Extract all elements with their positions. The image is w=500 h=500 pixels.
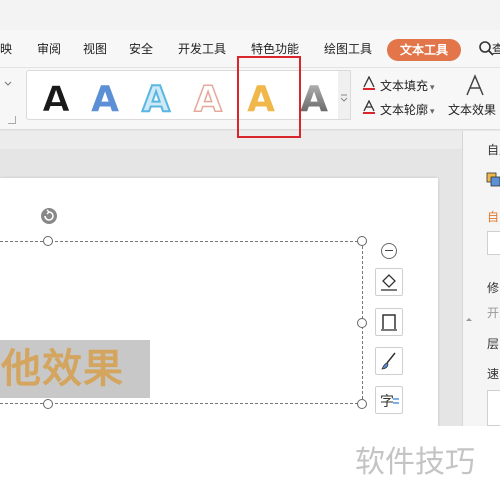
chevron-down-icon: ▾ — [430, 83, 435, 93]
menu-item-special[interactable]: 特色功能 — [251, 40, 299, 57]
shape-fill-button[interactable] — [375, 268, 403, 296]
menu-item-review[interactable]: 审阅 — [37, 40, 61, 57]
text-fill-icon — [363, 76, 375, 90]
format-painter-button[interactable] — [375, 347, 403, 375]
shape-outline-button[interactable] — [375, 308, 403, 336]
border-icon — [381, 314, 397, 331]
paint-bucket-icon — [381, 274, 397, 291]
pane-label-2: 开 — [487, 306, 500, 320]
text-glyph-icon: 字 — [380, 394, 399, 410]
ruler-strip — [0, 131, 462, 149]
menu-item-security[interactable]: 安全 — [129, 40, 153, 57]
text-style-letter: A — [300, 79, 328, 117]
text-fill-button[interactable]: 文本填充 ▾ — [362, 76, 435, 94]
text-fill-label: 文本填充 — [380, 79, 429, 93]
text-options-button[interactable]: 字 — [375, 386, 403, 414]
text-outline-button[interactable]: 文本轮廓 ▾ — [362, 100, 435, 118]
pane-section-label: 自 — [487, 210, 500, 224]
text-style-gallery: A A A A A A — [26, 70, 351, 120]
title-strip — [0, 0, 500, 30]
menu-item-developer[interactable]: 开发工具 — [178, 40, 226, 57]
text-style-letter: A — [91, 79, 119, 117]
collapse-toolbar-button[interactable] — [381, 243, 397, 259]
menu-item-drawing-tools[interactable]: 绘图工具 — [324, 40, 372, 57]
gallery-scroll[interactable] — [338, 70, 351, 120]
gallery-more-icon[interactable] — [338, 71, 350, 119]
selection-highlight — [237, 56, 301, 138]
chevron-down-icon[interactable] — [4, 80, 12, 88]
svg-text:字: 字 — [380, 394, 394, 410]
watermark: 软件技巧 — [349, 426, 500, 500]
chevron-down-icon: ▾ — [430, 107, 435, 117]
pane-preview-box[interactable] — [487, 390, 500, 426]
resize-handle-bottom-right[interactable] — [357, 399, 367, 409]
text-style-letter: A — [142, 79, 170, 117]
menu-item-slideshow[interactable]: 放映 — [0, 40, 12, 57]
rotate-handle-icon[interactable] — [40, 207, 58, 225]
pane-label-1: 修 — [487, 281, 500, 295]
text-effect-label[interactable]: 文本效果 — [448, 101, 496, 118]
dialog-launcher-icon[interactable] — [8, 116, 16, 124]
text-style-outline-blue[interactable]: A — [135, 77, 177, 117]
text-outline-icon — [363, 100, 375, 114]
text-style-letter: A — [42, 79, 70, 117]
resize-handle-bottom[interactable] — [43, 399, 53, 409]
pane-input[interactable] — [487, 231, 500, 255]
text-outline-label: 文本轮廓 — [380, 103, 429, 117]
menu-item-view[interactable]: 视图 — [83, 40, 107, 57]
tab-text-tools[interactable]: 文本工具 — [387, 39, 461, 61]
text-effect-icon[interactable] — [464, 74, 486, 98]
text-style-black[interactable]: A — [35, 77, 77, 118]
resize-handle-right[interactable] — [357, 318, 367, 328]
search-label[interactable]: 查 — [492, 40, 500, 57]
pane-label-4: 速 — [487, 367, 500, 381]
resize-handle-top-right[interactable] — [357, 236, 367, 246]
resize-handle-top[interactable] — [43, 236, 53, 246]
shape-icon[interactable] — [486, 170, 500, 188]
text-style-blue[interactable]: A — [84, 77, 126, 117]
pane-label-3: 层 — [487, 337, 500, 351]
text-style-outline-rose[interactable]: A — [187, 77, 229, 117]
wordart-text[interactable]: 他效果 — [0, 340, 150, 398]
text-style-letter: A — [194, 79, 222, 117]
pane-title: 自定 — [487, 143, 500, 157]
brush-icon — [381, 352, 396, 370]
